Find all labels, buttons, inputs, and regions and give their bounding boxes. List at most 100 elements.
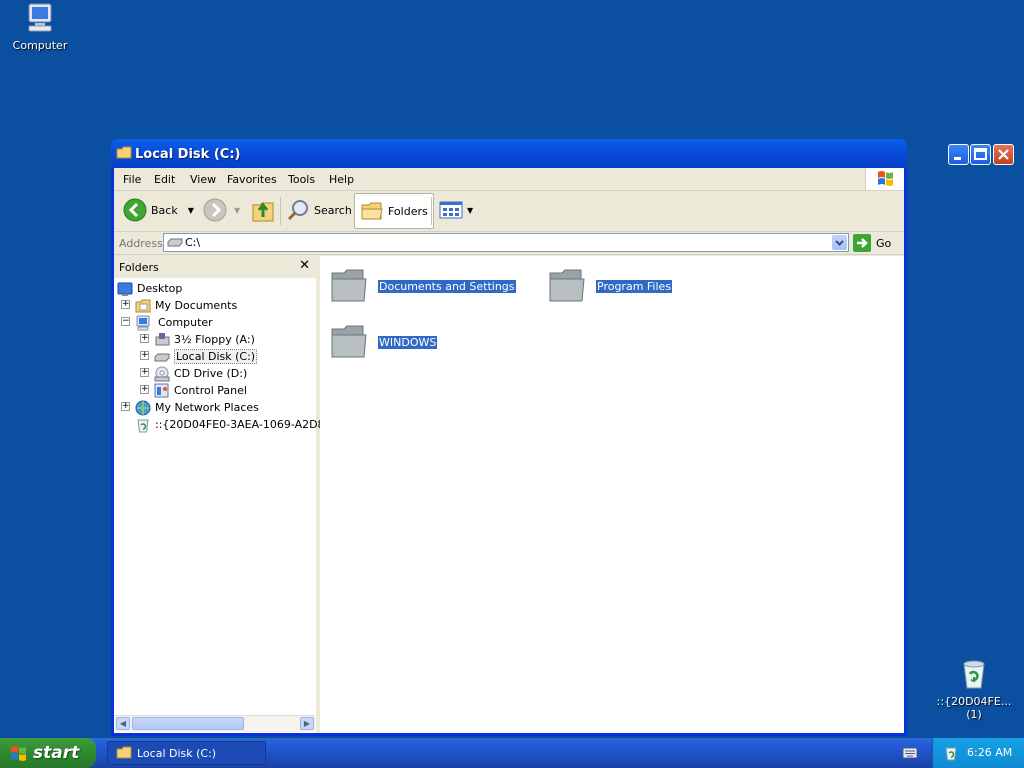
back-button[interactable]: Back ▼: [123, 198, 194, 222]
address-dropdown-button[interactable]: [832, 235, 847, 250]
menu-help[interactable]: Help: [329, 173, 354, 186]
scroll-right-icon[interactable]: ▶: [300, 717, 314, 730]
toolbar-separator: [431, 197, 432, 225]
computer-icon: [28, 3, 52, 32]
go-button[interactable]: Go: [853, 234, 891, 252]
tree-item-local-disk[interactable]: Local Disk (C:): [154, 348, 258, 365]
views-button[interactable]: ▼: [439, 201, 473, 219]
tree-label: ::{20D04FE0-3AEA-1069-A2D8-0: [155, 418, 336, 431]
scroll-left-icon[interactable]: ◀: [116, 717, 130, 730]
recycle-tray-icon[interactable]: [943, 745, 959, 761]
address-label: Address: [119, 237, 163, 250]
taskbar-window-label: Local Disk (C:): [137, 746, 217, 760]
tree-item-computer[interactable]: Computer: [135, 314, 213, 331]
expand-toggle[interactable]: +: [121, 300, 130, 309]
tree-label: Desktop: [137, 282, 183, 295]
tree-item-cd-drive[interactable]: CD Drive (D:): [154, 365, 247, 382]
control-panel-icon: [154, 383, 169, 397]
folders-pane-header: Folders ✕: [114, 256, 316, 278]
windows-logo-icon: [865, 168, 904, 190]
window-title: Local Disk (C:): [135, 147, 241, 162]
keyboard-icon[interactable]: [902, 746, 918, 760]
expand-toggle[interactable]: +: [121, 402, 130, 411]
clock[interactable]: 6:26 AM: [967, 746, 1012, 759]
tree-item-desktop[interactable]: Desktop: [117, 280, 182, 297]
desktop-icon: [117, 282, 133, 296]
forward-button[interactable]: ▼: [203, 198, 240, 222]
hard-disk-icon: [154, 353, 170, 361]
menu-view[interactable]: View: [190, 173, 216, 186]
expand-toggle[interactable]: +: [140, 368, 149, 377]
desktop-recycle-label-2: (1): [966, 708, 982, 721]
maximize-button[interactable]: [970, 144, 991, 165]
network-places-icon: [135, 400, 151, 415]
folders-pane-title: Folders: [119, 261, 159, 274]
folder-icon: [549, 269, 585, 302]
system-tray: 6:26 AM: [932, 738, 1024, 768]
tree-item-network-places[interactable]: My Network Places: [135, 399, 259, 416]
start-label: start: [33, 743, 80, 763]
desktop-recycle-bin-icon[interactable]: ::{20D04FE... (1): [929, 658, 1019, 722]
folder-label: Program Files: [596, 279, 673, 293]
explorer-window: Local Disk (C:) File Edit View Favorites…: [111, 139, 1014, 736]
computer-icon: [136, 315, 150, 330]
folder-label: Documents and Settings: [378, 279, 516, 293]
folder-item-program-files[interactable]: Program Files: [548, 267, 673, 305]
forward-dropdown-icon[interactable]: ▼: [234, 206, 240, 215]
menu-file[interactable]: File: [123, 173, 141, 186]
back-dropdown-icon[interactable]: ▼: [188, 206, 194, 215]
folders-button[interactable]: Folders: [354, 193, 434, 229]
taskbar-window-button[interactable]: Local Disk (C:): [107, 741, 266, 765]
address-value: C:\: [185, 236, 201, 249]
desktop-recycle-label-1: ::{20D04FE...: [936, 695, 1012, 708]
taskbar: start Local Disk (C:) 6:26 AM: [0, 738, 1024, 768]
horizontal-scrollbar[interactable]: ◀ ▶: [115, 715, 315, 732]
tree-label: CD Drive (D:): [174, 367, 248, 380]
menu-edit[interactable]: Edit: [154, 173, 175, 186]
open-folder-icon: [116, 146, 132, 164]
windows-flag-icon: [11, 746, 26, 761]
collapse-toggle[interactable]: −: [121, 317, 130, 326]
address-input[interactable]: C:\: [163, 233, 849, 252]
up-folder-button[interactable]: [251, 197, 275, 223]
toolbar-separator: [280, 197, 281, 225]
menu-tools[interactable]: Tools: [288, 173, 315, 186]
scroll-thumb[interactable]: [132, 717, 244, 730]
up-folder-icon: [252, 202, 274, 222]
expand-toggle[interactable]: +: [140, 385, 149, 394]
search-button[interactable]: Search: [286, 198, 352, 222]
go-arrow-icon: [853, 234, 871, 252]
folders-label: Folders: [388, 204, 428, 218]
expand-toggle[interactable]: +: [140, 334, 149, 343]
folder-label: WINDOWS: [378, 335, 438, 349]
my-documents-icon: [135, 299, 151, 312]
views-dropdown-icon: ▼: [467, 205, 474, 215]
folder-item-documents-and-settings[interactable]: Documents and Settings: [330, 267, 516, 305]
tree-label: My Documents: [155, 299, 238, 312]
start-button[interactable]: start: [0, 738, 96, 768]
tree-item-floppy[interactable]: 3½ Floppy (A:): [154, 331, 255, 348]
folders-pane-close-icon[interactable]: ✕: [299, 258, 310, 273]
close-button[interactable]: [993, 144, 1014, 165]
minimize-icon: [954, 157, 961, 160]
minimize-button[interactable]: [948, 144, 969, 165]
folders-pane: Folders ✕ Desktop + My Documents − Compu…: [114, 256, 336, 733]
search-icon: [287, 200, 308, 221]
title-bar[interactable]: Local Disk (C:): [111, 139, 1014, 168]
tree-item-control-panel[interactable]: Control Panel: [154, 382, 247, 399]
tree-label: Control Panel: [174, 384, 247, 397]
folders-icon: [361, 202, 383, 220]
desktop-computer-icon[interactable]: Computer: [0, 2, 85, 53]
tree-item-my-documents[interactable]: My Documents: [135, 297, 237, 314]
address-bar: Address C:\ Go: [114, 232, 904, 255]
folder-item-windows[interactable]: WINDOWS: [330, 323, 438, 361]
open-folder-icon: [116, 746, 132, 759]
file-list-pane: Documents and Settings Program Files WIN…: [320, 256, 904, 733]
recycle-bin-icon: [137, 419, 149, 432]
expand-toggle[interactable]: +: [140, 351, 149, 360]
cd-drive-icon: [154, 366, 170, 381]
menu-favorites[interactable]: Favorites: [227, 173, 277, 186]
tree-item-recycle-bin[interactable]: ::{20D04FE0-3AEA-1069-A2D8-0: [135, 416, 336, 433]
maximize-icon: [974, 148, 987, 160]
desktop-computer-label: Computer: [12, 39, 68, 52]
